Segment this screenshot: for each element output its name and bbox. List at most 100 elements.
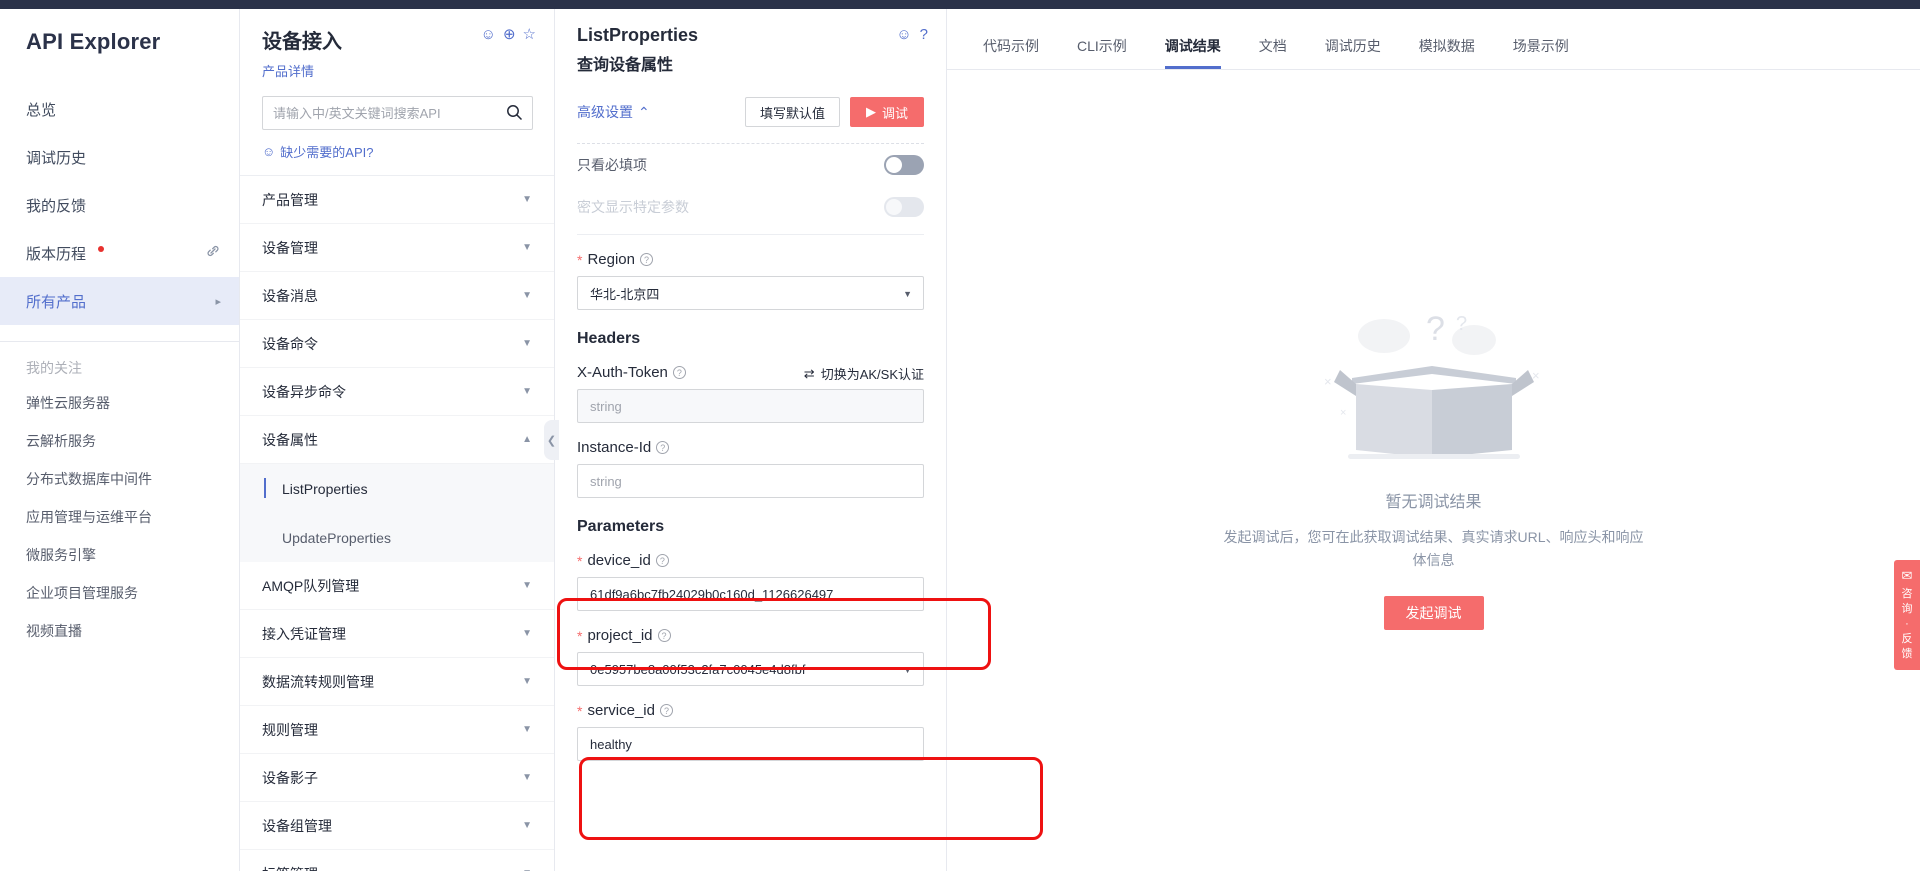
api-search-input[interactable] — [262, 96, 533, 130]
field-project-id-select[interactable] — [577, 652, 924, 686]
sidebar-fav-servicestage[interactable]: 应用管理与运维平台 — [0, 498, 239, 536]
required-asterisk: * — [577, 627, 583, 644]
debug-button[interactable]: ▶ 调试 — [849, 97, 924, 127]
category-product-management[interactable]: 产品管理 ▼ — [240, 176, 554, 224]
tab-mock-data[interactable]: 模拟数据 — [1419, 36, 1475, 69]
field-project-id-label-row: * project_id? — [577, 627, 924, 644]
category-label: 接入凭证管理 — [262, 625, 346, 642]
help-icon[interactable]: ? — [672, 366, 686, 379]
api-form-panel: ❮ ListProperties 查询设备属性 ☺? 高级设置 ⌃ 填写默认值 … — [544, 0, 1043, 871]
help-icon[interactable]: ? — [659, 704, 673, 717]
sidebar-item-all-products[interactable]: 所有产品 ▸ — [0, 277, 239, 325]
headers-field-list: X-Auth-Token? ⇄ 切换为AK/SK认证 Instance-Id? — [555, 364, 946, 498]
category-label: 设备消息 — [262, 287, 318, 304]
tab-code-sample[interactable]: 代码示例 — [983, 36, 1039, 69]
category-device-group-management[interactable]: 设备组管理 ▼ — [240, 802, 554, 850]
category-access-credential-management[interactable]: 接入凭证管理 ▼ — [240, 610, 554, 658]
result-tabs: 代码示例 CLI示例 调试结果 文档 调试历史 模拟数据 场景示例 — [947, 9, 1920, 70]
product-detail-link[interactable]: 产品详情 — [262, 61, 532, 80]
new-badge-dot — [98, 245, 105, 252]
nav-sub-label: 分布式数据库中间件 — [26, 471, 152, 487]
help-icon[interactable]: ? — [655, 554, 669, 567]
category-device-management[interactable]: 设备管理 ▼ — [240, 224, 554, 272]
tab-debug-result[interactable]: 调试结果 — [1164, 36, 1221, 69]
toggle-mask-params-row: 密文显示特定参数 — [577, 186, 924, 228]
category-label: 设备属性 — [262, 431, 318, 448]
parameters-field-list: *device_id?*project_id?▼*service_id? — [555, 552, 946, 761]
category-device-command[interactable]: 设备命令 ▼ — [240, 320, 554, 368]
category-device-shadow[interactable]: 设备影子 ▼ — [240, 754, 554, 802]
help-icon[interactable]: ? — [640, 253, 653, 266]
sidebar-fav-live[interactable]: 视频直播 — [0, 612, 239, 650]
empty-result-state: ? ? × × × 暂无调试结果 发起调试后，您可在此获取调试结果、真实请求UR… — [947, 300, 1920, 630]
star-icon[interactable]: ☆ — [523, 27, 536, 42]
headers-section-title: Headers — [577, 330, 641, 347]
toggle-list: 只看必填项密文显示特定参数 — [555, 144, 946, 228]
nav-sub-label: 视频直播 — [26, 623, 82, 639]
toggle-required-only-label: 只看必填项 — [577, 157, 647, 173]
field-service-id-input[interactable] — [577, 727, 924, 761]
field-instance-id-input[interactable] — [577, 464, 924, 498]
field-project-id-block: *project_id? ▼ — [577, 627, 924, 686]
field-project-id-select-wrap: ▼ — [577, 652, 924, 686]
tab-documentation[interactable]: 文档 — [1259, 36, 1287, 69]
sidebar-item-debug-history[interactable]: 调试历史 — [0, 133, 239, 181]
feedback-rail[interactable]: ✉ 咨询 · 反馈 — [1894, 560, 1920, 670]
switch-to-aksk-auth-link[interactable]: ⇄ 切换为AK/SK认证 — [804, 364, 924, 383]
category-amqp-queue-management[interactable]: AMQP队列管理 ▼ — [240, 562, 554, 610]
tab-scenario-sample[interactable]: 场景示例 — [1513, 36, 1569, 69]
help-icon[interactable]: ? — [657, 629, 671, 642]
sidebar-item-my-feedback[interactable]: 我的反馈 — [0, 181, 239, 229]
sidebar-fav-dns[interactable]: 云解析服务 — [0, 422, 239, 460]
switch-to-aksk-auth-label: 切换为AK/SK认证 — [820, 367, 924, 382]
nav-item-label: 所有产品 — [26, 293, 87, 311]
smiley-icon[interactable]: ☺ — [896, 27, 911, 42]
sidebar-fav-eps[interactable]: 企业项目管理服务 — [0, 574, 239, 612]
tab-cli-sample[interactable]: CLI示例 — [1077, 36, 1127, 69]
api-item-listproperties[interactable]: ListProperties — [240, 464, 554, 513]
category-tag-management[interactable]: 标签管理▼ — [240, 850, 554, 871]
help-icon[interactable]: ? — [656, 441, 670, 454]
start-debug-button[interactable]: 发起调试 — [1383, 596, 1484, 630]
external-link-icon[interactable] — [205, 243, 221, 263]
sidebar-item-version-history[interactable]: 版本历程 — [0, 229, 239, 277]
category-label: 产品管理 — [262, 191, 318, 208]
fill-default-values-button[interactable]: 填写默认值 — [744, 97, 840, 127]
toggle-mask-params[interactable] — [884, 197, 924, 217]
field-device-id-input[interactable] — [577, 577, 924, 611]
category-device-async-command[interactable]: 设备异步命令 ▼ — [240, 368, 554, 416]
smiley-icon[interactable]: ☺ — [481, 27, 496, 42]
svg-text:?: ? — [1426, 310, 1445, 348]
category-data-forwarding-rule-management[interactable]: 数据流转规则管理 ▼ — [240, 658, 554, 706]
tab-debug-history[interactable]: 调试历史 — [1325, 36, 1381, 69]
empty-box-illustration: ? ? × × × — [1304, 300, 1564, 470]
help-icon[interactable]: ? — [920, 27, 928, 42]
missing-api-link[interactable]: ☺ 缺少需要的API? — [262, 142, 532, 161]
panel-collapse-handle[interactable]: ❮ — [544, 420, 559, 460]
nav-item-label: 总览 — [26, 101, 57, 119]
switch-knob — [886, 199, 902, 215]
sidebar-fav-cse[interactable]: 微服务引擎 — [0, 536, 239, 574]
globe-icon[interactable]: ⊕ — [503, 27, 516, 42]
sidebar-item-overview[interactable]: 总览 — [0, 85, 239, 133]
toggle-required-only[interactable] — [884, 155, 924, 175]
category-device-message[interactable]: 设备消息 ▼ — [240, 272, 554, 320]
sidebar-fav-ecs[interactable]: 弹性云服务器 — [0, 384, 239, 422]
category-label: 标签管理 — [262, 864, 318, 871]
chat-icon: ✉ — [1901, 568, 1913, 583]
required-asterisk: * — [577, 251, 583, 268]
category-device-properties[interactable]: 设备属性 ▲ — [240, 416, 554, 464]
category-rule-management[interactable]: 规则管理 ▼ — [240, 706, 554, 754]
empty-state-description: 发起调试后，您可在此获取调试结果、真实请求URL、响应头和响应体信息 — [1223, 529, 1644, 568]
chevron-up-icon: ▲ — [522, 434, 532, 445]
api-item-updateproperties[interactable]: UpdateProperties — [240, 513, 554, 562]
sidebar-fav-ddm[interactable]: 分布式数据库中间件 — [0, 460, 239, 498]
advanced-settings-toggle[interactable]: 高级设置 ⌃ — [577, 102, 650, 122]
region-select[interactable] — [577, 276, 924, 310]
nav-item-label: 版本历程 — [26, 245, 87, 263]
form-action-buttons: 填写默认值 ▶ 调试 — [744, 97, 924, 127]
field-x-auth-token-input[interactable] — [577, 389, 924, 423]
api-subtitle: 查询设备属性 — [577, 57, 674, 74]
chevron-down-icon: ▼ — [522, 820, 532, 831]
search-icon[interactable] — [506, 104, 523, 126]
